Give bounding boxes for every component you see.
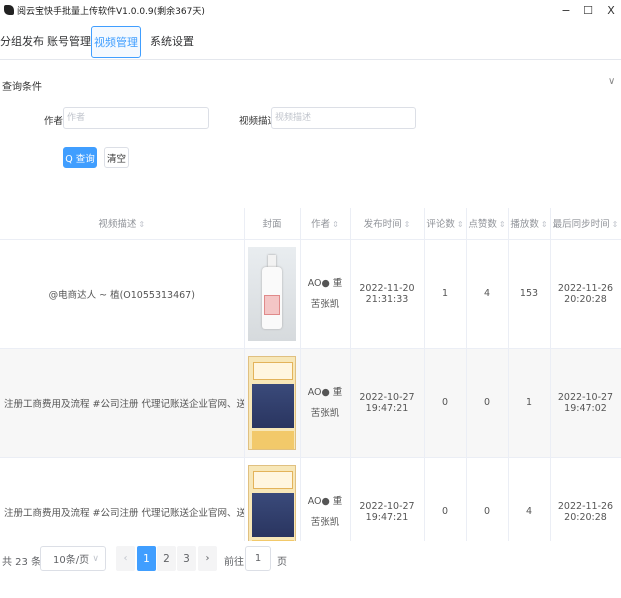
- search-button[interactable]: Q 查询: [63, 147, 97, 168]
- cell-publish-time: 2022-10-27 19:47:21: [350, 457, 425, 541]
- cell-comments: 0: [424, 348, 467, 458]
- cell-desc: 注册工商费用及流程 #公司注册 代理记账送企业官网、送企业邮箱: [0, 457, 245, 541]
- col-last-sync[interactable]: 最后同步时间 ⇕: [550, 208, 621, 240]
- page-1-button[interactable]: 1: [137, 546, 156, 571]
- col-cover: 封面: [244, 208, 301, 240]
- cell-plays: 4: [508, 457, 551, 541]
- cell-comments: 1: [424, 239, 467, 349]
- table-row[interactable]: @电商达人 ~ 植(O1055313467) AO● 重苦张凯 2022-11-…: [0, 239, 621, 349]
- cover-thumbnail[interactable]: [248, 355, 296, 450]
- cell-cover[interactable]: [244, 239, 301, 349]
- sort-icon[interactable]: ⇕: [404, 220, 411, 229]
- goto-label: 前往: [224, 557, 244, 568]
- chevron-down-icon: ∨: [92, 553, 99, 564]
- cell-publish-time: 2022-10-27 19:47:21: [350, 348, 425, 458]
- page-size-value: 10条/页: [53, 555, 90, 566]
- collapse-chevron-icon[interactable]: ∨: [608, 76, 615, 87]
- sort-icon[interactable]: ⇕: [457, 220, 464, 229]
- tab-group-publish[interactable]: 分组发布: [0, 26, 44, 58]
- cell-publish-time: 2022-11-20 21:31:33: [350, 239, 425, 349]
- cell-comments: 0: [424, 457, 467, 541]
- page-suffix-label: 页: [277, 557, 287, 568]
- cell-plays: 1: [508, 348, 551, 458]
- page-3-button[interactable]: 3: [177, 546, 196, 571]
- video-table: 视频描述 ⇕ 封面 作者 ⇕ 发布时间 ⇕ 评论数 ⇕ 点赞数 ⇕ 播放数 ⇕ 最后同步时间…: [0, 208, 621, 541]
- page-2-button[interactable]: 2: [157, 546, 176, 571]
- window-title: 阅云宝快手批量上传软件V1.0.0.9(剩余367天): [17, 6, 205, 17]
- maximize-button[interactable]: ☐: [576, 0, 600, 20]
- next-page-button[interactable]: ›: [198, 546, 217, 571]
- cell-cover[interactable]: [244, 457, 301, 541]
- author-input[interactable]: [63, 107, 209, 129]
- col-video-desc[interactable]: 视频描述 ⇕: [0, 208, 245, 240]
- cell-author: AO● 重苦张凯: [300, 457, 351, 541]
- pagination: 共 23 条 10条/页 ∨ ‹ 1 2 3 › 前往 1 页: [0, 541, 621, 577]
- query-section-title: 查询条件: [2, 82, 42, 93]
- cell-desc: @电商达人 ~ 植(O1055313467): [0, 239, 245, 349]
- title-bar: 阅云宝快手批量上传软件V1.0.0.9(剩余367天): [0, 0, 621, 20]
- tab-account-management[interactable]: 账号管理: [47, 26, 91, 58]
- close-button[interactable]: X: [599, 0, 621, 20]
- table-row[interactable]: 注册工商费用及流程 #公司注册 代理记账送企业官网、送企业邮箱 AO● 重苦张凯…: [0, 348, 621, 458]
- video-desc-input[interactable]: [271, 107, 416, 129]
- cell-last-sync: 2022-11-26 20:20:28: [550, 239, 621, 349]
- cover-thumbnail[interactable]: [248, 246, 296, 341]
- page-size-select[interactable]: 10条/页 ∨: [40, 546, 106, 571]
- sort-icon[interactable]: ⇕: [138, 220, 145, 229]
- cover-thumbnail[interactable]: [248, 464, 296, 541]
- col-comments[interactable]: 评论数 ⇕: [424, 208, 467, 240]
- tab-system-settings[interactable]: 系统设置: [150, 26, 194, 58]
- sort-icon[interactable]: ⇕: [612, 220, 619, 229]
- tab-video-management[interactable]: 视频管理: [91, 26, 141, 58]
- total-count: 共 23 条: [2, 557, 42, 568]
- col-publish-time[interactable]: 发布时间 ⇕: [350, 208, 425, 240]
- col-likes[interactable]: 点赞数 ⇕: [466, 208, 509, 240]
- cell-desc: 注册工商费用及流程 #公司注册 代理记账送企业官网、送企业邮箱: [0, 348, 245, 458]
- cell-last-sync: 2022-10-27 19:47:02: [550, 348, 621, 458]
- cell-plays: 153: [508, 239, 551, 349]
- app-logo-icon: [4, 5, 14, 15]
- cell-cover[interactable]: [244, 348, 301, 458]
- sort-icon[interactable]: ⇕: [541, 220, 548, 229]
- minimize-button[interactable]: −: [554, 0, 578, 20]
- main-tabs: 分组发布 账号管理 视频管理 系统设置: [0, 24, 621, 60]
- sort-icon[interactable]: ⇕: [499, 220, 506, 229]
- sort-icon[interactable]: ⇕: [332, 220, 339, 229]
- clear-button[interactable]: 清空: [104, 147, 129, 168]
- cell-likes: 4: [466, 239, 509, 349]
- prev-page-button[interactable]: ‹: [116, 546, 135, 571]
- goto-page-input[interactable]: 1: [245, 546, 271, 571]
- col-plays[interactable]: 播放数 ⇕: [508, 208, 551, 240]
- author-label: 作者: [44, 116, 64, 127]
- col-author[interactable]: 作者 ⇕: [300, 208, 351, 240]
- cell-last-sync: 2022-11-26 20:20:28: [550, 457, 621, 541]
- table-row[interactable]: 注册工商费用及流程 #公司注册 代理记账送企业官网、送企业邮箱 AO● 重苦张凯…: [0, 457, 621, 541]
- cell-author: AO● 重苦张凯: [300, 239, 351, 349]
- cell-author: AO● 重苦张凯: [300, 348, 351, 458]
- cell-likes: 0: [466, 457, 509, 541]
- table-header-row: 视频描述 ⇕ 封面 作者 ⇕ 发布时间 ⇕ 评论数 ⇕ 点赞数 ⇕ 播放数 ⇕ 最后同步时间…: [0, 208, 621, 240]
- cell-likes: 0: [466, 348, 509, 458]
